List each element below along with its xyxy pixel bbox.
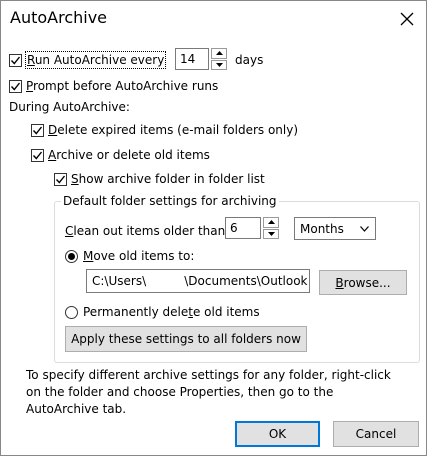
run-days-unit: days <box>235 53 264 67</box>
window-title: AutoArchive <box>10 8 108 27</box>
run-autoarchive-mnemonic: R <box>27 53 35 67</box>
delete-expired-row: Delete expired items (e-mail folders onl… <box>31 122 298 138</box>
permanent-delete-text-a: Permanently dele <box>83 305 189 319</box>
run-days-spinner: 14 <box>175 48 227 70</box>
prompt-before-label: Prompt before AutoArchive runs <box>26 78 218 94</box>
chevron-up-icon <box>267 220 275 225</box>
ok-button[interactable]: OK <box>235 421 320 447</box>
during-autoarchive-label: During AutoArchive: <box>9 100 130 114</box>
run-days-input[interactable]: 14 <box>175 48 209 70</box>
browse-text: rowse... <box>343 275 391 290</box>
run-days-up-button[interactable] <box>211 48 227 59</box>
show-folder-mnemonic: S <box>71 172 79 186</box>
run-days-down-button[interactable] <box>211 59 227 70</box>
delete-expired-mnemonic: D <box>48 123 58 137</box>
prompt-before-mnemonic: P <box>26 79 34 93</box>
clean-out-label: Clean out items older than <box>65 223 225 239</box>
permanent-delete-label: Permanently delete old items <box>83 304 260 320</box>
radio-selected-dot <box>68 252 75 260</box>
age-unit-select[interactable]: Months <box>294 217 376 240</box>
browse-mnemonic: B <box>335 275 344 290</box>
run-days-value: 14 <box>180 52 196 66</box>
permanent-delete-text-b: e old items <box>192 305 260 319</box>
permanent-delete-radio[interactable] <box>65 305 78 319</box>
apply-to-all-folders-button[interactable]: Apply these settings to all folders now <box>65 326 307 352</box>
cancel-button[interactable]: Cancel <box>333 421 419 447</box>
archive-old-text: rchive or delete old items <box>56 148 210 162</box>
move-old-mnemonic: M <box>83 249 94 263</box>
clean-out-text: lean out items older than <box>73 224 226 238</box>
checkmark-icon <box>32 126 43 135</box>
checkmark-icon <box>55 175 66 184</box>
archive-old-checkbox[interactable] <box>31 148 44 162</box>
chevron-down-icon <box>360 226 369 232</box>
archive-old-row: Archive or delete old items <box>31 147 210 163</box>
apply-to-all-folders-label: Apply these settings to all folders now <box>71 332 301 346</box>
close-icon <box>400 12 414 26</box>
run-autoarchive-row: Run AutoArchive every <box>9 51 167 69</box>
permanent-delete-row: Permanently delete old items <box>65 304 260 320</box>
run-autoarchive-label: Run AutoArchive every <box>24 51 167 69</box>
archive-old-mnemonic: A <box>48 148 57 162</box>
default-folder-settings-title: Default folder settings for archiving <box>61 193 279 209</box>
move-old-label: Move old items to: <box>83 248 194 264</box>
archive-path-input[interactable]: C:\Users\ \Documents\Outlook Fil <box>86 269 310 293</box>
show-folder-row: Show archive folder in folder list <box>54 171 265 187</box>
autoarchive-dialog: AutoArchive Run AutoArchive every 14 day… <box>0 0 427 456</box>
checkmark-icon <box>10 56 21 65</box>
show-folder-text: how archive folder in folder list <box>78 172 265 186</box>
age-up-button[interactable] <box>263 217 279 228</box>
prompt-before-row: Prompt before AutoArchive runs <box>9 78 218 94</box>
help-note: To specify different archive settings fo… <box>26 368 391 416</box>
delete-expired-label: Delete expired items (e-mail folders onl… <box>48 122 298 138</box>
ok-label: OK <box>268 427 287 441</box>
run-autoarchive-text: un AutoArchive every <box>34 53 165 67</box>
browse-label: Browse... <box>335 276 390 290</box>
move-old-radio[interactable] <box>65 249 78 263</box>
archive-old-label: Archive or delete old items <box>48 147 210 163</box>
age-unit-value: Months <box>300 221 344 236</box>
chevron-down-icon <box>267 231 275 236</box>
close-button[interactable] <box>390 3 424 35</box>
prompt-before-text: rompt before AutoArchive runs <box>33 79 219 93</box>
age-value: 6 <box>230 221 238 235</box>
browse-button[interactable]: Browse... <box>319 270 407 295</box>
show-folder-label: Show archive folder in folder list <box>71 171 265 187</box>
run-days-spin-buttons <box>211 48 227 70</box>
chevron-down-icon <box>215 62 223 67</box>
age-spin-buttons <box>263 217 279 239</box>
chevron-up-icon <box>215 51 223 56</box>
checkmark-icon <box>10 82 21 91</box>
prompt-before-checkbox[interactable] <box>9 79 22 93</box>
move-old-text: ove old items to: <box>93 249 195 263</box>
archive-path-value: C:\Users\ \Documents\Outlook Fil <box>92 274 310 288</box>
clean-out-mnemonic: C <box>65 224 74 238</box>
age-down-button[interactable] <box>263 228 279 239</box>
title-bar: AutoArchive <box>1 1 426 37</box>
age-spinner: 6 <box>225 217 279 239</box>
checkmark-icon <box>32 151 43 160</box>
move-old-row: Move old items to: <box>65 248 194 264</box>
cancel-label: Cancel <box>355 427 397 441</box>
delete-expired-text: elete expired items (e-mail folders only… <box>57 123 299 137</box>
age-input[interactable]: 6 <box>225 217 261 239</box>
delete-expired-checkbox[interactable] <box>31 123 44 137</box>
show-folder-checkbox[interactable] <box>54 172 67 186</box>
run-autoarchive-checkbox[interactable] <box>9 53 22 67</box>
